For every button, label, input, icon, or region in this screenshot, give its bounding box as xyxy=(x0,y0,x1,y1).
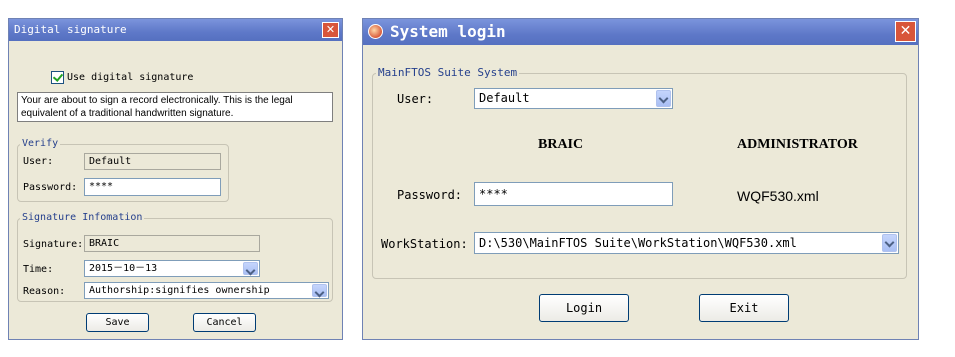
time-dropdown[interactable]: 2015－10－13 xyxy=(84,260,260,277)
login-button[interactable]: Login xyxy=(539,294,629,322)
window-title: Digital signature xyxy=(14,23,127,36)
verify-user-label: User: xyxy=(23,156,54,167)
save-button[interactable]: Save xyxy=(86,313,149,332)
reason-dropdown[interactable]: Authorship:signifies ownership xyxy=(84,282,329,299)
reason-value: Authorship:signifies ownership xyxy=(89,285,270,296)
workstation-dropdown[interactable]: D:\530\MainFTOS Suite\WorkStation\WQF530… xyxy=(474,232,899,254)
system-login-titlebar[interactable]: System login xyxy=(363,19,918,45)
user-dropdown[interactable]: Default xyxy=(474,88,673,109)
verify-legend: Verify xyxy=(20,138,61,149)
checkmark-icon xyxy=(52,71,64,82)
password-field[interactable]: **** xyxy=(474,182,673,206)
digital-signature-window: Digital signature ✕ Use digital signatur… xyxy=(8,18,343,340)
config-file-name: WQF530.xml xyxy=(737,188,819,204)
signature-notice-text: Your are about to sign a record electron… xyxy=(21,95,293,119)
chevron-down-icon[interactable] xyxy=(656,90,671,107)
time-value: 2015－10－13 xyxy=(89,263,158,274)
chevron-down-icon[interactable] xyxy=(882,234,897,252)
digital-signature-titlebar[interactable]: Digital signature xyxy=(9,19,342,41)
password-label: Password: xyxy=(23,182,78,193)
signature-info-legend: Signature Infomation xyxy=(20,212,145,223)
user-role: ADMINISTRATOR xyxy=(737,137,858,152)
close-button[interactable]: ✕ xyxy=(322,22,339,38)
reason-label: Reason: xyxy=(23,286,66,297)
close-button[interactable]: ✕ xyxy=(895,21,916,42)
user-name: BRAIC xyxy=(538,137,584,152)
chevron-down-icon[interactable] xyxy=(243,262,258,275)
password-label: Password: xyxy=(397,188,463,202)
close-icon: ✕ xyxy=(899,23,912,39)
cancel-button[interactable]: Cancel xyxy=(193,313,256,332)
globe-icon xyxy=(368,24,383,39)
verify-user-field: Default xyxy=(84,153,221,170)
window-title: System login xyxy=(390,22,506,41)
user-value: Default xyxy=(479,91,530,105)
workstation-label: WorkStation: xyxy=(381,237,468,251)
use-digital-signature-label[interactable]: Use digital signature xyxy=(67,72,193,83)
use-digital-signature-checkbox[interactable] xyxy=(51,71,64,84)
system-login-window: System login ✕ MainFTOS Suite System Use… xyxy=(362,18,919,340)
time-label: Time: xyxy=(23,264,54,275)
user-label: User: xyxy=(397,92,434,106)
exit-button[interactable]: Exit xyxy=(699,294,789,322)
mainftos-legend: MainFTOS Suite System xyxy=(376,66,520,79)
signature-notice: Your are about to sign a record electron… xyxy=(17,92,333,122)
close-icon: ✕ xyxy=(325,23,336,36)
chevron-down-icon[interactable] xyxy=(312,284,327,297)
signature-field: BRAIC xyxy=(84,235,260,252)
password-field[interactable]: **** xyxy=(84,178,221,196)
signature-label: Signature: xyxy=(23,239,84,250)
workstation-value: D:\530\MainFTOS Suite\WorkStation\WQF530… xyxy=(479,236,797,250)
